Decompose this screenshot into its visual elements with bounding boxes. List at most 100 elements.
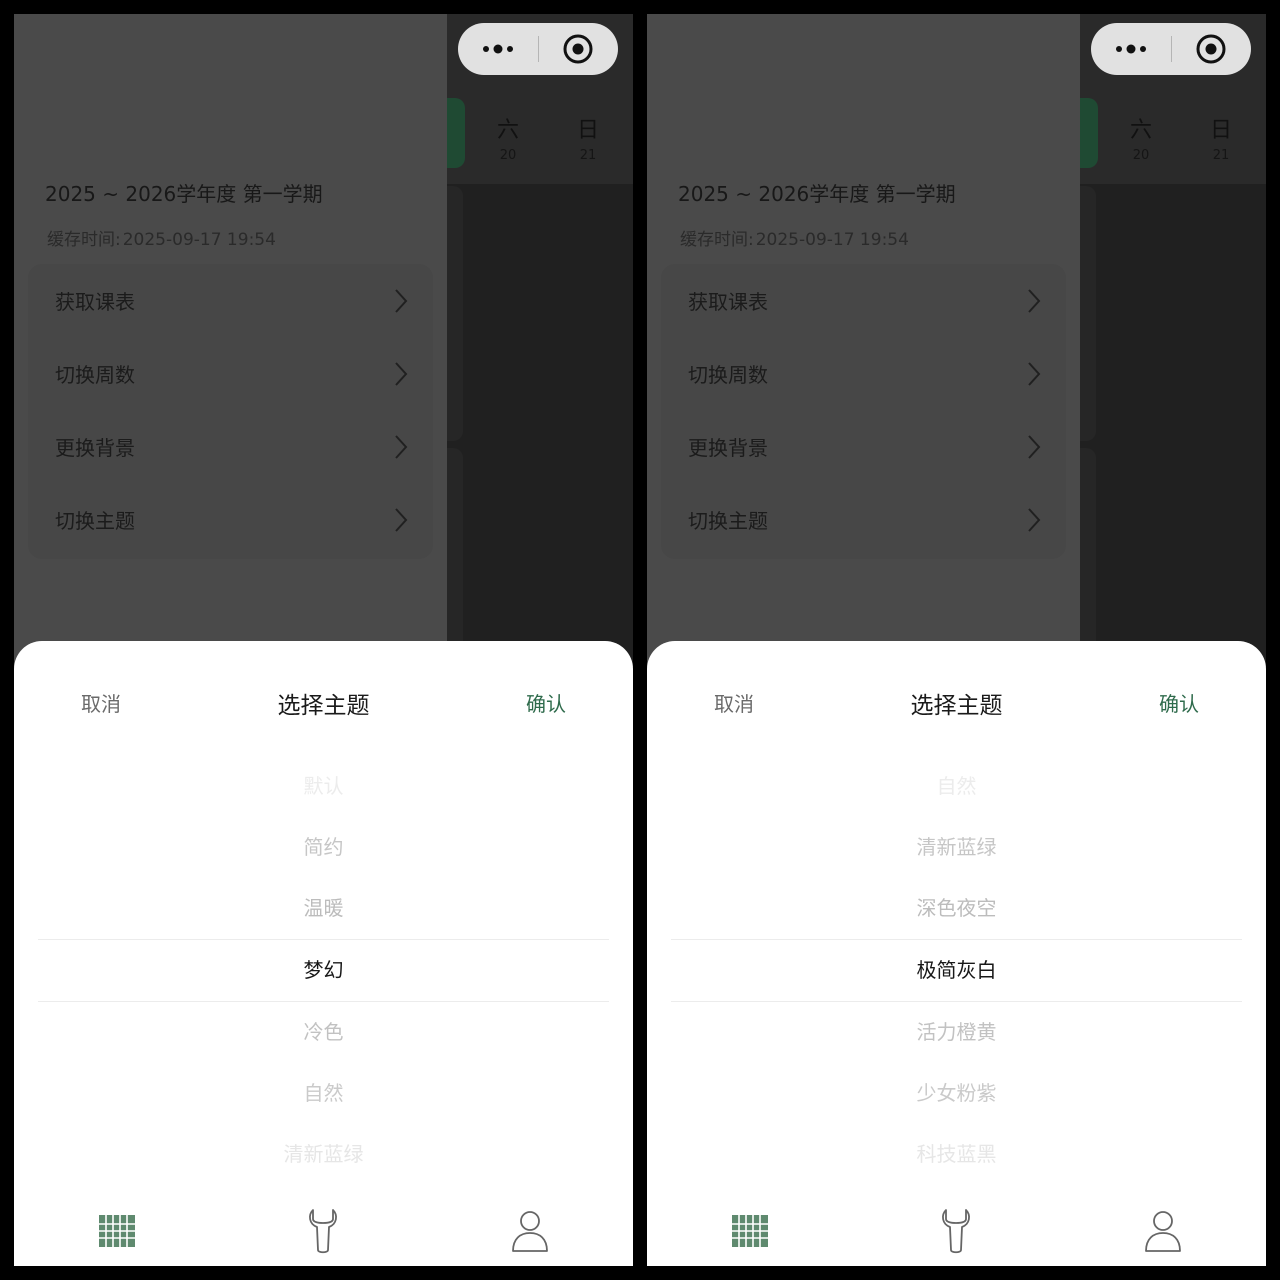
theme-picker-wheel[interactable]: 自然 清新蓝绿 深色夜空 极简灰白 活力橙黄 少女粉紫 科技蓝黑 bbox=[671, 756, 1242, 1183]
current-day-highlight bbox=[447, 98, 465, 168]
menu-item-fetch-schedule[interactable]: 获取课表 bbox=[661, 264, 1066, 337]
target-close-icon bbox=[1196, 34, 1226, 64]
confirm-button[interactable]: 确认 bbox=[526, 688, 566, 717]
tab-schedule[interactable] bbox=[720, 1206, 780, 1256]
menu-item-switch-theme[interactable]: 切换主题 bbox=[28, 483, 433, 556]
picker-option[interactable]: 科技蓝黑 bbox=[671, 1124, 1242, 1185]
tools-wrench-icon bbox=[942, 1209, 970, 1254]
cache-time: 缓存时间: 2025-09-17 19:54 bbox=[678, 225, 909, 250]
menu-item-label: 获取课表 bbox=[55, 290, 135, 314]
menu-item-switch-theme[interactable]: 切换主题 bbox=[661, 483, 1066, 556]
picker-option[interactable]: 少女粉紫 bbox=[671, 1063, 1242, 1124]
close-miniprogram-button[interactable] bbox=[1172, 23, 1252, 75]
tools-wrench-icon bbox=[309, 1209, 337, 1254]
tab-tools[interactable] bbox=[293, 1206, 353, 1256]
menu-item-label: 切换主题 bbox=[55, 509, 135, 533]
picker-option-selected[interactable]: 极简灰白 bbox=[671, 939, 1242, 1002]
theme-picker-sheet: 取消 选择主题 确认 默认 简约 温暖 梦幻 冷色 自然 清新蓝绿 bbox=[14, 641, 633, 1266]
theme-picker-sheet: 取消 选择主题 确认 自然 清新蓝绿 深色夜空 极简灰白 活力橙黄 少女粉紫 科… bbox=[647, 641, 1266, 1266]
term-title: 2025 ~ 2026学年度 第一学期 bbox=[678, 182, 956, 206]
picker-option-selected[interactable]: 梦幻 bbox=[38, 939, 609, 1002]
menu-item-fetch-schedule[interactable]: 获取课表 bbox=[28, 264, 433, 337]
phone-screen-left: 六 20 日 21 2025 ~ 2026学年度 第一学期 缓存时间: 2025-… bbox=[14, 14, 633, 1266]
miniprogram-capsule bbox=[1091, 23, 1251, 75]
close-miniprogram-button[interactable] bbox=[539, 23, 619, 75]
chevron-right-icon bbox=[1028, 288, 1041, 313]
menu-item-switch-week[interactable]: 切换周数 bbox=[28, 337, 433, 410]
day-label: 日 bbox=[576, 118, 599, 143]
day-header-sunday: 日 21 bbox=[568, 112, 608, 163]
cache-time: 缓存时间: 2025-09-17 19:54 bbox=[45, 225, 276, 250]
menu-item-change-background[interactable]: 更换背景 bbox=[28, 410, 433, 483]
picker-option[interactable]: 温暖 bbox=[38, 878, 609, 939]
chevron-right-icon bbox=[395, 288, 408, 313]
menu-item-label: 获取课表 bbox=[688, 290, 768, 314]
theme-picker-wheel[interactable]: 默认 简约 温暖 梦幻 冷色 自然 清新蓝绿 bbox=[38, 756, 609, 1183]
picker-option[interactable]: 清新蓝绿 bbox=[671, 817, 1242, 878]
phone-screen-right: 六 20 日 21 2025 ~ 2026学年度 第一学期 缓存时间: 2025-… bbox=[647, 14, 1266, 1266]
day-label: 六 bbox=[1129, 118, 1152, 143]
tab-tools[interactable] bbox=[926, 1206, 986, 1256]
chevron-right-icon bbox=[395, 361, 408, 386]
chevron-right-icon bbox=[1028, 507, 1041, 532]
menu-item-switch-week[interactable]: 切换周数 bbox=[661, 337, 1066, 410]
picker-option[interactable]: 简约 bbox=[38, 817, 609, 878]
chevron-right-icon bbox=[395, 434, 408, 459]
current-day-highlight bbox=[1080, 98, 1098, 168]
picker-option[interactable]: 清新蓝绿 bbox=[38, 1124, 609, 1185]
cache-time-value: 2025-09-17 19:54 bbox=[122, 230, 276, 250]
bottom-tab-bar bbox=[14, 1198, 633, 1266]
cache-time-value: 2025-09-17 19:54 bbox=[755, 230, 909, 250]
drawer-menu: 获取课表 切换周数 更换背景 切换主题 bbox=[661, 264, 1066, 559]
menu-item-label: 更换背景 bbox=[55, 436, 135, 460]
menu-item-label: 切换主题 bbox=[688, 509, 768, 533]
chevron-right-icon bbox=[1028, 361, 1041, 386]
target-close-icon bbox=[563, 34, 593, 64]
more-dots-icon bbox=[482, 44, 513, 54]
more-button[interactable] bbox=[458, 23, 538, 75]
day-header-saturday: 六 20 bbox=[1121, 112, 1161, 163]
picker-option[interactable]: 深色夜空 bbox=[671, 878, 1242, 939]
day-date: 20 bbox=[499, 148, 517, 163]
more-button[interactable] bbox=[1091, 23, 1171, 75]
course-card bbox=[1080, 186, 1096, 441]
day-date: 20 bbox=[1132, 148, 1150, 163]
schedule-grid-icon bbox=[99, 1215, 135, 1247]
day-label: 日 bbox=[1209, 118, 1232, 143]
course-card bbox=[447, 448, 463, 658]
schedule-grid-icon bbox=[732, 1215, 768, 1247]
sheet-header: 取消 选择主题 确认 bbox=[14, 641, 633, 763]
tab-schedule[interactable] bbox=[87, 1206, 147, 1256]
confirm-button[interactable]: 确认 bbox=[1159, 688, 1199, 717]
picker-option[interactable]: 活力橙黄 bbox=[671, 1002, 1242, 1063]
user-profile-icon bbox=[1145, 1211, 1181, 1252]
cache-time-label: 缓存时间: bbox=[680, 230, 754, 250]
bottom-tab-bar bbox=[647, 1198, 1266, 1266]
menu-item-label: 切换周数 bbox=[55, 363, 135, 387]
day-header-saturday: 六 20 bbox=[488, 112, 528, 163]
sheet-header: 取消 选择主题 确认 bbox=[647, 641, 1266, 763]
course-card bbox=[447, 186, 463, 441]
picker-option[interactable]: 冷色 bbox=[38, 1002, 609, 1063]
picker-option[interactable]: 默认 bbox=[38, 756, 609, 817]
tab-profile[interactable] bbox=[1133, 1206, 1193, 1256]
day-label: 六 bbox=[496, 118, 519, 143]
menu-item-label: 更换背景 bbox=[688, 436, 768, 460]
more-dots-icon bbox=[1115, 44, 1146, 54]
menu-item-change-background[interactable]: 更换背景 bbox=[661, 410, 1066, 483]
day-date: 21 bbox=[1212, 148, 1230, 163]
menu-item-label: 切换周数 bbox=[688, 363, 768, 387]
miniprogram-capsule bbox=[458, 23, 618, 75]
cache-time-label: 缓存时间: bbox=[47, 230, 121, 250]
day-header-sunday: 日 21 bbox=[1201, 112, 1241, 163]
chevron-right-icon bbox=[1028, 434, 1041, 459]
chevron-right-icon bbox=[395, 507, 408, 532]
picker-option[interactable]: 自然 bbox=[671, 756, 1242, 817]
day-date: 21 bbox=[579, 148, 597, 163]
course-card bbox=[1080, 448, 1096, 658]
term-title: 2025 ~ 2026学年度 第一学期 bbox=[45, 182, 323, 206]
drawer-menu: 获取课表 切换周数 更换背景 切换主题 bbox=[28, 264, 433, 559]
user-profile-icon bbox=[512, 1211, 548, 1252]
picker-option[interactable]: 自然 bbox=[38, 1063, 609, 1124]
tab-profile[interactable] bbox=[500, 1206, 560, 1256]
